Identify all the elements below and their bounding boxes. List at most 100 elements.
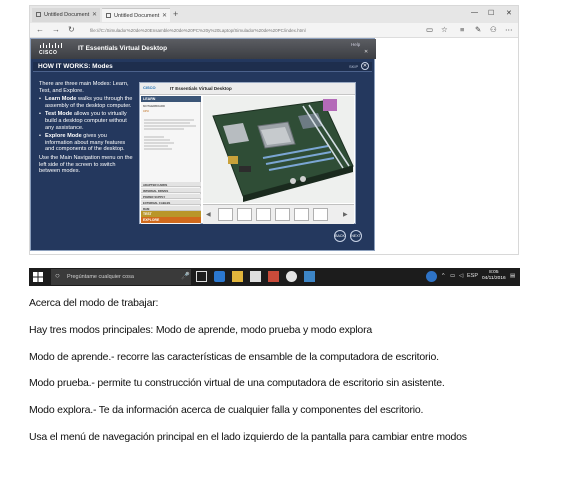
forward-arrow-icon[interactable]: → <box>52 25 60 34</box>
doc-line-navigation: Usa el menú de navegación principal en e… <box>29 430 467 443</box>
cortana-search-box[interactable]: ○ Pregúntame cualquier cosa 🎤 <box>51 269 191 285</box>
system-clock[interactable]: 8:05 04/11/2016 <box>482 270 506 282</box>
notifications-icon[interactable]: ▤ <box>510 273 515 279</box>
component-thumbnail[interactable] <box>237 208 252 221</box>
plus-icon[interactable]: + <box>173 9 178 19</box>
windows-taskbar: ○ Pregúntame cualquier cosa 🎤 ^ ▭ ◁ ESP … <box>29 268 520 286</box>
next-button[interactable]: NEXT <box>350 230 362 242</box>
share-icon[interactable]: ⚇ <box>490 25 497 34</box>
doc-line-heading: Acerca del modo de trabajar: <box>29 297 159 309</box>
office-icon[interactable] <box>268 271 279 282</box>
component-thumbnail[interactable] <box>294 208 309 221</box>
search-icon: ○ <box>55 271 60 280</box>
menu-item-adapter-cards[interactable]: ADAPTER CARDS <box>141 182 201 187</box>
tray-app-icon[interactable] <box>426 271 437 282</box>
address-bar: ← → ↻ file:///C:/Simulador%20de%20Ensamb… <box>30 23 518 38</box>
cisco-logo-text: CISCO <box>39 50 58 56</box>
reading-view-icon[interactable]: ▭ <box>426 25 433 34</box>
intro-text: There are three main Modes: Learn, Test,… <box>39 81 129 94</box>
app-header: CISCO IT Essentials Virtual Desktop Help… <box>31 39 376 59</box>
modes-description: There are three main Modes: Learn, Test,… <box>39 81 134 177</box>
more-icon[interactable]: ⋯ <box>505 25 513 34</box>
menu-item-external-cables[interactable]: EXTERNAL CABLES <box>141 200 201 205</box>
windows-start-icon[interactable] <box>33 272 43 282</box>
menu-sub-motherboard[interactable]: MOTHERBOARD <box>143 104 165 108</box>
skip-link[interactable]: SKIP <box>349 64 358 69</box>
chrome-icon[interactable] <box>286 271 297 282</box>
doc-line-learn: Modo de aprende.- recorre las caracterís… <box>29 350 439 363</box>
help-link[interactable]: Help <box>351 42 360 47</box>
main-navigation-menu: LEARN MOTHERBOARD CPU ADAPTER CARDS INTE… <box>141 96 201 224</box>
tab-untitled-1[interactable]: Untitled Document ✕ <box>32 8 100 22</box>
app-icon[interactable] <box>304 271 315 282</box>
edge-icon[interactable] <box>214 271 225 282</box>
tray-up-arrow-icon[interactable]: ^ <box>442 273 445 279</box>
section-bar: HOW IT WORKS: Modes SKIP ✕ <box>33 62 372 72</box>
app-close-icon[interactable]: ✕ <box>364 49 368 55</box>
tab-untitled-2[interactable]: Untitled Document ✕ <box>102 8 170 22</box>
web-note-icon[interactable]: ✎ <box>475 25 481 34</box>
simulator-header: CISCO IT Essentials Virtual Desktop <box>140 83 355 95</box>
minimize-icon[interactable]: — <box>471 9 478 16</box>
page-icon <box>36 12 41 17</box>
tab-close-icon[interactable]: ✕ <box>162 12 167 19</box>
store-icon[interactable] <box>250 271 261 282</box>
back-arrow-icon[interactable]: ← <box>36 25 44 34</box>
component-thumbnail[interactable] <box>256 208 271 221</box>
maximize-icon[interactable]: ☐ <box>488 9 494 17</box>
page-viewport: CISCO IT Essentials Virtual Desktop Help… <box>30 38 518 254</box>
file-explorer-icon[interactable] <box>232 271 243 282</box>
close-circle-icon[interactable]: ✕ <box>361 62 369 70</box>
outro-text: Use the Main Navigation menu on the left… <box>39 154 133 175</box>
volume-icon[interactable]: ◁ <box>459 273 463 279</box>
menu-explore[interactable]: EXPLORE <box>141 217 201 223</box>
motherboard-image <box>203 96 354 203</box>
menu-placeholder-text <box>144 118 199 151</box>
menu-item-power-supply[interactable]: POWER SUPPLY <box>141 194 201 199</box>
close-icon[interactable]: ✕ <box>506 9 512 17</box>
mode-name: Test Mode <box>45 111 73 118</box>
task-view-icon[interactable] <box>196 271 207 282</box>
microphone-icon[interactable]: 🎤 <box>181 272 190 280</box>
back-button[interactable]: BACK <box>334 230 346 242</box>
it-essentials-app: CISCO IT Essentials Virtual Desktop Help… <box>30 38 376 251</box>
mode-test: Test Mode allows you to virtually build … <box>39 111 134 131</box>
tray-left-arrow-icon[interactable]: ◀ <box>206 211 211 218</box>
simulator-title: IT Essentials Virtual Desktop <box>170 86 232 91</box>
language-indicator[interactable]: ESP <box>467 273 478 279</box>
component-thumbnail[interactable] <box>313 208 328 221</box>
tab-label: Untitled Document <box>114 13 160 19</box>
mode-learn: Learn Mode walks you through the assembl… <box>39 96 134 109</box>
modes-list: Learn Mode walks you through the assembl… <box>39 96 134 153</box>
app-title: IT Essentials Virtual Desktop <box>78 45 168 52</box>
search-placeholder: Pregúntame cualquier cosa <box>67 274 134 280</box>
doc-line-explore: Modo explora.- Te da información acerca … <box>29 404 424 417</box>
doc-line-test: Modo prueba.- permite tu construcción vi… <box>29 377 445 390</box>
refresh-icon[interactable]: ↻ <box>68 25 75 34</box>
battery-icon[interactable]: ▭ <box>450 273 455 279</box>
hub-icon[interactable]: ≡ <box>460 25 464 34</box>
component-thumbnail[interactable] <box>275 208 290 221</box>
component-tray: ◀ ▶ <box>203 204 354 224</box>
url-field[interactable]: file:///C:/Simulador%20de%20Ensamble%20d… <box>90 26 360 36</box>
menu-sub-cpu[interactable]: CPU <box>143 109 149 113</box>
page-icon <box>106 13 111 18</box>
simulator-logo: CISCO <box>143 85 156 90</box>
browser-window: Untitled Document ✕ Untitled Document ✕ … <box>29 5 519 255</box>
page: Untitled Document ✕ Untitled Document ✕ … <box>0 0 562 481</box>
section-title: HOW IT WORKS: Modes <box>38 63 113 70</box>
mode-name: Learn Mode <box>45 96 77 103</box>
tab-bar: Untitled Document ✕ Untitled Document ✕ … <box>30 6 518 23</box>
mode-explore: Explore Mode gives you information about… <box>39 133 134 153</box>
menu-item-internal-drives[interactable]: INTERNAL DRIVES <box>141 188 201 193</box>
doc-line-modes: Hay tres modos principales: Modo de apre… <box>29 323 373 336</box>
simulator-preview: CISCO IT Essentials Virtual Desktop LEAR… <box>139 82 356 224</box>
tray-right-arrow-icon[interactable]: ▶ <box>343 211 348 218</box>
clock-date: 04/11/2016 <box>482 276 506 281</box>
component-thumbnail[interactable] <box>218 208 233 221</box>
document-body: Acerca del modo de trabajar: Hay tres mo… <box>29 297 549 458</box>
menu-learn[interactable]: LEARN <box>141 96 201 102</box>
favorite-star-icon[interactable]: ☆ <box>441 25 448 34</box>
tab-close-icon[interactable]: ✕ <box>92 11 97 18</box>
tab-label: Untitled Document <box>44 12 90 18</box>
